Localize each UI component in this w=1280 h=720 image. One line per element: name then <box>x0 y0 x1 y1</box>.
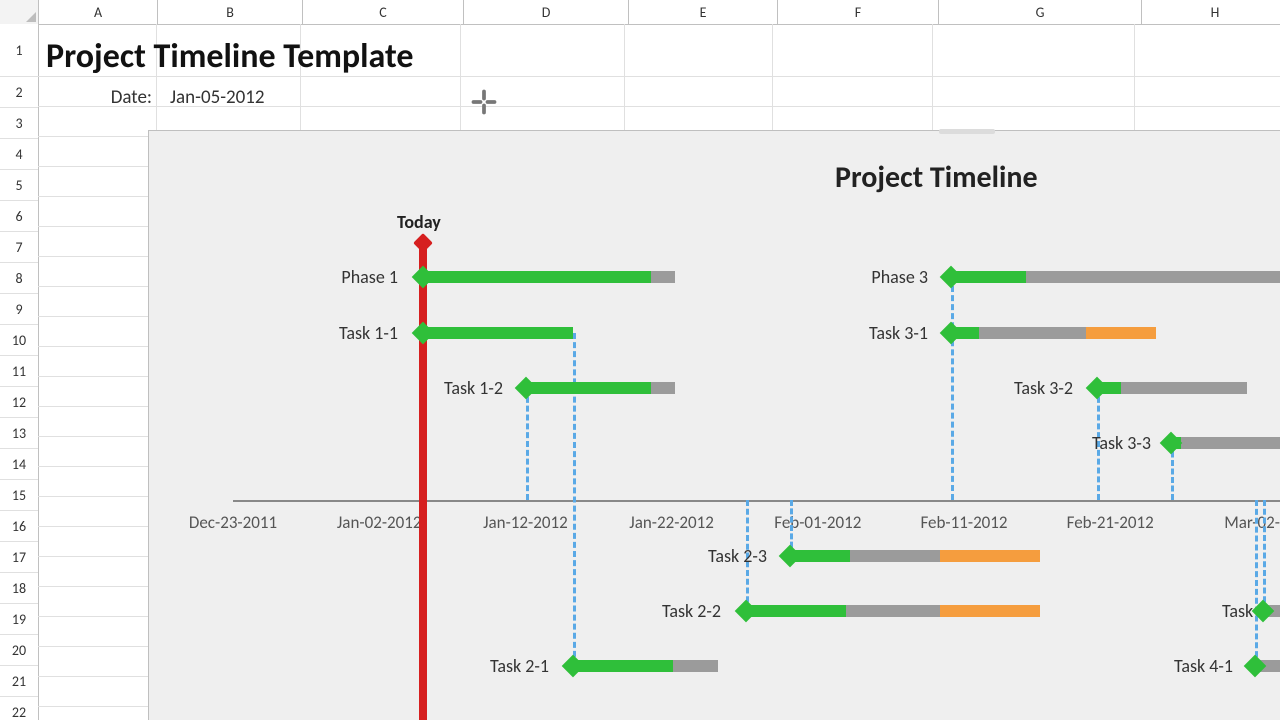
axis-tick: Dec-23-2011 <box>189 512 277 533</box>
start-diamond-icon <box>779 545 802 568</box>
column-header[interactable]: D <box>464 0 629 24</box>
bar-label: Task 2-2 <box>662 600 721 622</box>
row-header[interactable]: 13 <box>0 418 38 449</box>
today-marker <box>419 241 427 720</box>
bar-label: Task 2-1 <box>490 655 549 677</box>
axis-tick: Jan-22-2012 <box>629 512 714 533</box>
row-header[interactable]: 21 <box>0 666 38 697</box>
bar-complete <box>526 382 651 394</box>
row-header-strip: 12345678910111213141516171819202122 <box>0 24 39 720</box>
row-header[interactable]: 4 <box>0 139 38 170</box>
row-header[interactable]: 20 <box>0 635 38 666</box>
leader-line <box>1255 500 1258 666</box>
bar-label: Task 4-1 <box>1174 655 1233 677</box>
row-header[interactable]: 5 <box>0 170 38 201</box>
bar-complete <box>423 327 573 339</box>
bar-label: Task 1-1 <box>339 322 398 344</box>
bar-label: Task 3-2 <box>1014 377 1073 399</box>
bar-label: Task 3-1 <box>869 322 928 344</box>
column-header-row: ABCDEFGH <box>0 0 1280 25</box>
cell-cursor-icon <box>470 88 498 116</box>
start-diamond-icon <box>735 600 758 623</box>
row-header[interactable]: 17 <box>0 542 38 573</box>
select-all-corner[interactable] <box>0 0 39 24</box>
axis-tick: Mar-02-2 <box>1224 512 1280 533</box>
bar-overtime <box>1086 327 1156 339</box>
row-header[interactable]: 9 <box>0 294 38 325</box>
bar-complete <box>423 271 651 283</box>
row-header[interactable]: 22 <box>0 697 38 720</box>
axis-tick: Jan-12-2012 <box>483 512 568 533</box>
date-value[interactable]: Jan-05-2012 <box>170 86 310 109</box>
column-header[interactable]: F <box>778 0 939 24</box>
bar-label: Task 2-3 <box>708 545 767 567</box>
bar-duration <box>1171 437 1280 449</box>
column-header[interactable]: G <box>939 0 1142 24</box>
row-header[interactable]: 15 <box>0 480 38 511</box>
chart-title: Project Timeline <box>835 159 1038 196</box>
column-header[interactable]: H <box>1142 0 1280 24</box>
row-header[interactable]: 18 <box>0 573 38 604</box>
column-header[interactable]: E <box>629 0 778 24</box>
start-diamond-icon <box>1244 655 1267 678</box>
start-diamond-icon <box>412 322 435 345</box>
leader-line <box>951 277 954 500</box>
start-diamond-icon <box>515 377 538 400</box>
axis-tick: Feb-21-2012 <box>1067 512 1154 533</box>
row-header[interactable]: 11 <box>0 356 38 387</box>
row-header[interactable]: 10 <box>0 325 38 356</box>
axis-tick: Jan-02-2012 <box>337 512 422 533</box>
axis-tick: Feb-11-2012 <box>920 512 1007 533</box>
bar-overtime <box>940 550 1040 562</box>
row-header[interactable]: 8 <box>0 263 38 294</box>
bar-label: Task 3-3 <box>1092 432 1151 454</box>
bar-label: Phase 1 <box>341 266 398 288</box>
start-diamond-icon <box>1160 432 1183 455</box>
today-label: Today <box>397 211 441 233</box>
start-diamond-icon <box>1086 377 1109 400</box>
column-header[interactable]: C <box>303 0 464 24</box>
leader-line <box>1263 500 1266 611</box>
row-header[interactable]: 2 <box>0 77 38 108</box>
row-header[interactable]: 3 <box>0 108 38 139</box>
chart-resize-handle-top[interactable] <box>939 129 995 134</box>
x-axis <box>233 500 1280 502</box>
start-diamond-icon <box>940 322 963 345</box>
bar-label: Phase 3 <box>871 266 928 288</box>
column-header[interactable]: B <box>158 0 303 24</box>
start-diamond-icon <box>412 266 435 289</box>
row-header[interactable]: 16 <box>0 511 38 542</box>
bar-complete <box>746 605 846 617</box>
axis-tick: Feb-01-2012 <box>774 512 861 533</box>
row-header[interactable]: 14 <box>0 449 38 480</box>
row-header[interactable]: 12 <box>0 387 38 418</box>
bar-label: Task 1-2 <box>444 377 503 399</box>
timeline-chart[interactable]: Project Timeline Today Dec-23-2011 Jan-02… <box>148 130 1280 720</box>
bar-complete <box>573 660 673 672</box>
column-header[interactable]: A <box>39 0 158 24</box>
row-header[interactable]: 7 <box>0 232 38 263</box>
bar-overtime <box>940 605 1040 617</box>
date-label: Date: <box>48 86 152 109</box>
row-header[interactable]: 6 <box>0 201 38 232</box>
leader-line <box>526 388 529 500</box>
row-header[interactable]: 19 <box>0 604 38 635</box>
spreadsheet-canvas[interactable]: ABCDEFGH 1234567891011121314151617181920… <box>0 0 1280 720</box>
start-diamond-icon <box>940 266 963 289</box>
page-title: Project Timeline Template <box>46 36 413 77</box>
row-header[interactable]: 1 <box>0 24 38 77</box>
start-diamond-icon <box>562 655 585 678</box>
